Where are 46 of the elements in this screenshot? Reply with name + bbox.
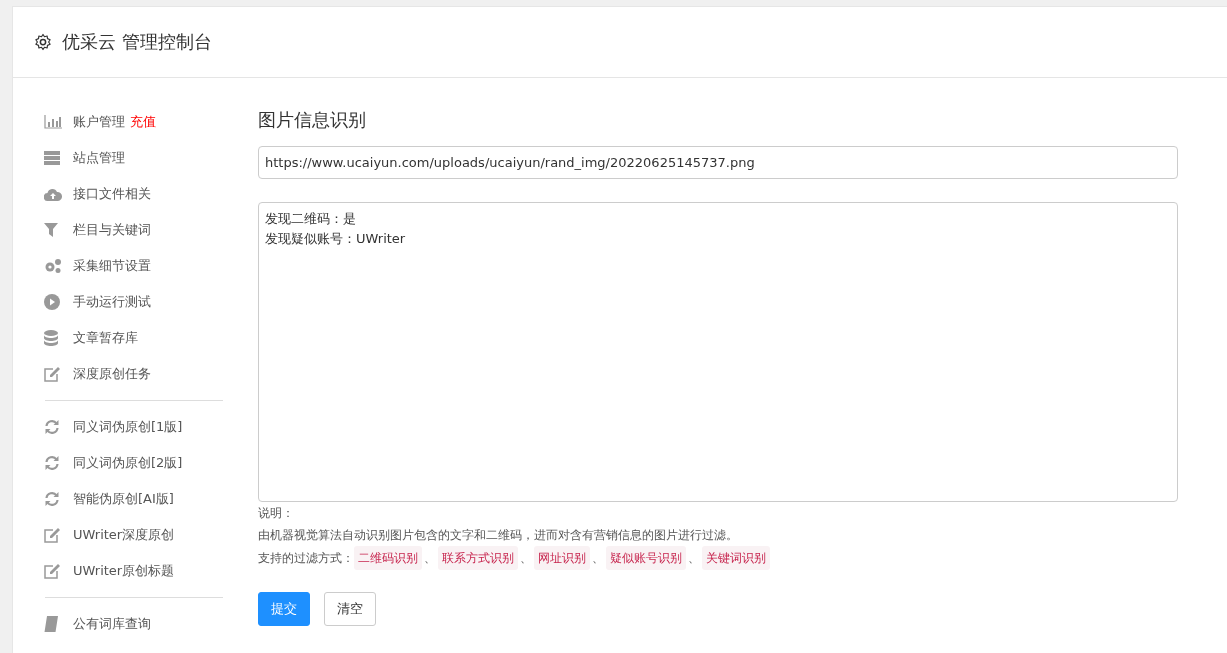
- sidebar-item[interactable]: 同义词伪原创[2版]: [73, 454, 183, 472]
- method-tag: 关键词识别: [702, 546, 770, 570]
- sidebar-item[interactable]: 接口文件相关: [73, 185, 151, 203]
- page-title: 图片信息识别: [258, 108, 367, 132]
- sidebar-item[interactable]: 手动运行测试: [73, 293, 151, 311]
- separator-mark: 、: [592, 550, 604, 567]
- edit-icon: [44, 563, 60, 579]
- refresh-icon: [44, 419, 60, 435]
- notes-heading: 说明：: [258, 505, 295, 522]
- sidebar-item[interactable]: 智能伪原创[AI版]: [73, 490, 174, 508]
- separator-mark: 、: [520, 550, 532, 567]
- separator-mark: 、: [424, 550, 436, 567]
- bar-chart-icon: [44, 115, 62, 129]
- methods-label: 支持的过滤方式：: [258, 550, 354, 567]
- sidebar-item[interactable]: 栏目与关键词: [73, 221, 151, 239]
- sidebar-item[interactable]: 采集细节设置: [73, 257, 151, 275]
- separator-mark: 、: [688, 550, 700, 567]
- sidebar-item[interactable]: 站点管理: [73, 149, 125, 167]
- method-tag: 疑似账号识别: [606, 546, 686, 570]
- server-icon: [44, 151, 60, 165]
- sidebar-item[interactable]: 公有词库查询: [73, 615, 151, 633]
- refresh-icon: [44, 455, 60, 471]
- clear-button[interactable]: 清空: [324, 592, 376, 626]
- url-input-field[interactable]: https://www.ucaiyun.com/uploads/ucaiyun/rand_img/20220625145737.png: [258, 146, 1178, 179]
- refresh-icon: [44, 491, 60, 507]
- method-tag: 联系方式识别: [438, 546, 518, 570]
- filter-icon: [44, 223, 58, 237]
- recharge-link[interactable]: 充值: [130, 113, 156, 131]
- result-text-area[interactable]: 发现二维码：是 发现疑似账号：UWriter: [258, 202, 1178, 502]
- sidebar-item[interactable]: 同义词伪原创[1版]: [73, 418, 183, 436]
- gears-icon: [44, 258, 62, 274]
- method-tag: 网址识别: [534, 546, 590, 570]
- settings-icon: [34, 33, 52, 51]
- edit-icon: [44, 366, 60, 382]
- method-tag: 二维码识别: [354, 546, 422, 570]
- edit-icon: [44, 527, 60, 543]
- sidebar-item[interactable]: UWriter深度原创: [73, 526, 175, 544]
- sidebar-item[interactable]: 文章暂存库: [73, 329, 138, 347]
- description-text: 由机器视觉算法自动识别图片包含的文字和二维码，进而对含有营销信息的图片进行过滤。: [258, 527, 739, 544]
- sidebar-item[interactable]: 账户管理: [73, 113, 125, 131]
- console-title: 优采云 管理控制台: [62, 30, 212, 54]
- database-icon: [44, 330, 58, 346]
- sidebar-item[interactable]: UWriter原创标题: [73, 562, 175, 580]
- play-icon: [44, 294, 60, 310]
- sidebar-item[interactable]: 深度原创任务: [73, 365, 151, 383]
- cloud-upload-icon: [44, 187, 62, 201]
